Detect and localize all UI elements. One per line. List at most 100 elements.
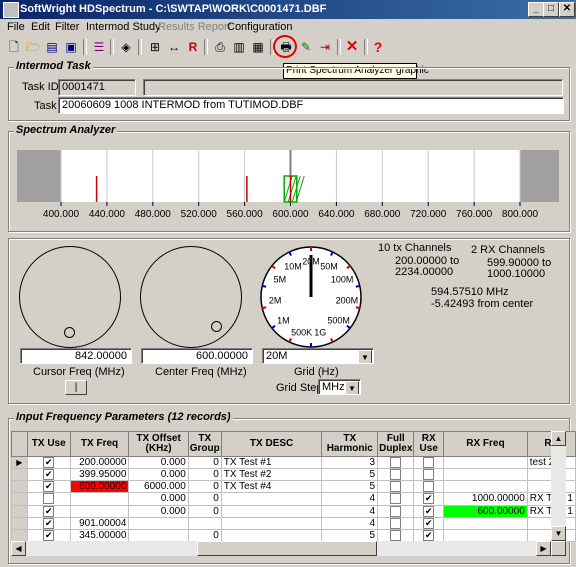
cell-rx-use[interactable]: [413, 480, 445, 494]
cell-rx-use[interactable]: [413, 455, 445, 470]
cell-tx-group[interactable]: 0: [187, 528, 222, 542]
document-icon[interactable]: ▦: [249, 38, 267, 56]
checkbox[interactable]: [423, 457, 435, 468]
scroll-down-icon[interactable]: ▼: [551, 526, 566, 541]
cell-tx-use[interactable]: ✔: [26, 528, 71, 542]
cell-tx-group[interactable]: 0: [187, 480, 222, 494]
cell-full-duplex[interactable]: [377, 516, 415, 530]
scroll-right-icon[interactable]: ▶: [536, 541, 551, 556]
cell-tx-group[interactable]: 0: [187, 455, 222, 470]
cell-full-duplex[interactable]: [377, 455, 415, 470]
cell-full-duplex[interactable]: [377, 528, 415, 542]
grid-dial[interactable]: 20M50M100M200M500M1G500K1M2M5M10M: [259, 245, 363, 349]
cell-rx-freq[interactable]: [443, 480, 528, 494]
checkbox[interactable]: [423, 469, 435, 480]
spectrum-plot[interactable]: 400.000 440.000 480.000 520.000 560.000 600.0…: [17, 146, 559, 222]
checkbox[interactable]: ✔: [43, 481, 55, 492]
reset-icon[interactable]: R: [184, 38, 202, 56]
grid-step-select[interactable]: MHz ▼: [318, 379, 361, 395]
cell-full-duplex[interactable]: [377, 504, 415, 518]
cell-tx-freq[interactable]: 345.00000: [69, 528, 130, 542]
menu-edit[interactable]: Edit: [31, 21, 50, 33]
cell-full-duplex[interactable]: [377, 480, 415, 494]
table-row[interactable]: ✔ 345.00000 0 5 ✔: [11, 528, 576, 542]
cell-tx-freq[interactable]: [69, 492, 130, 506]
cell-rx-freq[interactable]: [443, 455, 528, 470]
row-selector[interactable]: [11, 528, 28, 542]
cell-tx-harmonic[interactable]: 4: [321, 492, 379, 506]
col-tx-group[interactable]: TX Group: [187, 431, 222, 457]
checkbox[interactable]: [390, 457, 402, 468]
cell-tx-harmonic[interactable]: 5: [321, 528, 379, 542]
filter-icon[interactable]: ⊞: [146, 38, 164, 56]
col-full-duplex[interactable]: Full Duplex: [377, 431, 415, 457]
checkbox[interactable]: ✔: [423, 530, 435, 541]
table-row[interactable]: ▶ ✔ 200.00000 0.000 0 TX Test #1 3 test 2: [11, 455, 576, 470]
close-window-button[interactable]: ✕: [559, 2, 575, 17]
table-row[interactable]: ✔ 399.95000 0.000 0 TX Test #2 5: [11, 468, 576, 482]
help-icon[interactable]: ?: [369, 38, 387, 56]
cell-tx-desc[interactable]: [220, 516, 323, 530]
cell-rx-use[interactable]: ✔: [413, 528, 445, 542]
cell-tx-offset[interactable]: [128, 528, 189, 542]
table-row[interactable]: ✔0.00004✔600.00000RX Test 1: [11, 504, 576, 518]
cell-tx-use[interactable]: ✔: [26, 468, 71, 482]
save-icon[interactable]: ▣: [62, 38, 80, 56]
cell-rx-use[interactable]: [413, 468, 445, 482]
list-icon[interactable]: ☰: [90, 38, 108, 56]
cell-tx-desc[interactable]: TX Test #2: [220, 468, 323, 482]
center-freq-knob[interactable]: [140, 246, 242, 348]
cell-tx-use[interactable]: ✔: [26, 455, 71, 470]
center-freq-input[interactable]: 600.00000: [141, 348, 253, 364]
cell-full-duplex[interactable]: [377, 492, 415, 506]
table-row[interactable]: 0.00004✔1000.00000RX Test 1: [11, 492, 576, 506]
cursor-marker-button[interactable]: |: [65, 380, 87, 395]
cell-tx-use[interactable]: [26, 492, 71, 506]
cell-tx-desc[interactable]: TX Test #1: [220, 455, 323, 470]
table-row[interactable]: ✔ 901.00004 4 ✔: [11, 516, 576, 530]
cell-tx-freq[interactable]: 901.00004: [69, 516, 130, 530]
minimize-button[interactable]: _: [528, 2, 544, 17]
cell-tx-freq[interactable]: 399.95000: [69, 468, 130, 482]
checkbox[interactable]: [390, 493, 402, 505]
col-tx-harmonic[interactable]: TX Harmonic: [321, 431, 379, 457]
checkbox[interactable]: [390, 469, 402, 480]
cell-tx-group[interactable]: 0: [187, 492, 222, 506]
menu-filter[interactable]: Filter: [55, 21, 79, 33]
print-spectrum-icon[interactable]: 🖶: [277, 38, 295, 56]
cell-rx-use[interactable]: ✔: [413, 516, 445, 530]
checkbox[interactable]: [43, 493, 55, 505]
scroll-up-icon[interactable]: ▲: [551, 431, 566, 446]
cell-tx-harmonic[interactable]: 4: [321, 516, 379, 530]
checkbox[interactable]: [390, 518, 402, 529]
cell-tx-offset[interactable]: [128, 516, 189, 530]
task-input[interactable]: 20060609 1008 INTERMOD from TUTIMOD.DBF: [58, 97, 564, 114]
row-selector[interactable]: [11, 492, 28, 506]
checkbox[interactable]: ✔: [423, 506, 435, 517]
row-selector[interactable]: [11, 480, 28, 494]
col-tx-use[interactable]: TX Use: [26, 431, 71, 457]
cell-tx-harmonic[interactable]: 4: [321, 504, 379, 518]
row-selector[interactable]: ▶: [11, 455, 28, 470]
cell-tx-desc[interactable]: TX Test #4: [220, 480, 323, 494]
cursor-freq-input[interactable]: 842.00000: [20, 348, 132, 364]
cell-rx-freq[interactable]: 600.00000: [443, 504, 528, 518]
scroll-thumb[interactable]: [197, 541, 377, 556]
col-tx-freq[interactable]: TX Freq: [69, 431, 130, 457]
cell-tx-desc[interactable]: [220, 492, 323, 506]
chevron-down-icon[interactable]: ▼: [358, 350, 372, 363]
cell-tx-freq[interactable]: 600.00000: [69, 480, 130, 494]
checkbox[interactable]: ✔: [43, 506, 55, 517]
cell-tx-use[interactable]: ✔: [26, 504, 71, 518]
col-rx-freq[interactable]: RX Freq: [443, 431, 528, 457]
open-folder-icon[interactable]: 🗁: [24, 38, 42, 56]
cell-tx-use[interactable]: ✔: [26, 480, 71, 494]
cell-tx-offset[interactable]: 6000.000: [128, 480, 189, 494]
delete-icon[interactable]: ✕: [343, 38, 361, 56]
grid-select[interactable]: 20M ▼: [262, 348, 374, 364]
report-icon[interactable]: ▥: [230, 38, 248, 56]
cell-full-duplex[interactable]: [377, 468, 415, 482]
cell-tx-offset[interactable]: 0.000: [128, 455, 189, 470]
cell-rx-freq[interactable]: 1000.00000: [443, 492, 528, 506]
row-selector[interactable]: [11, 468, 28, 482]
